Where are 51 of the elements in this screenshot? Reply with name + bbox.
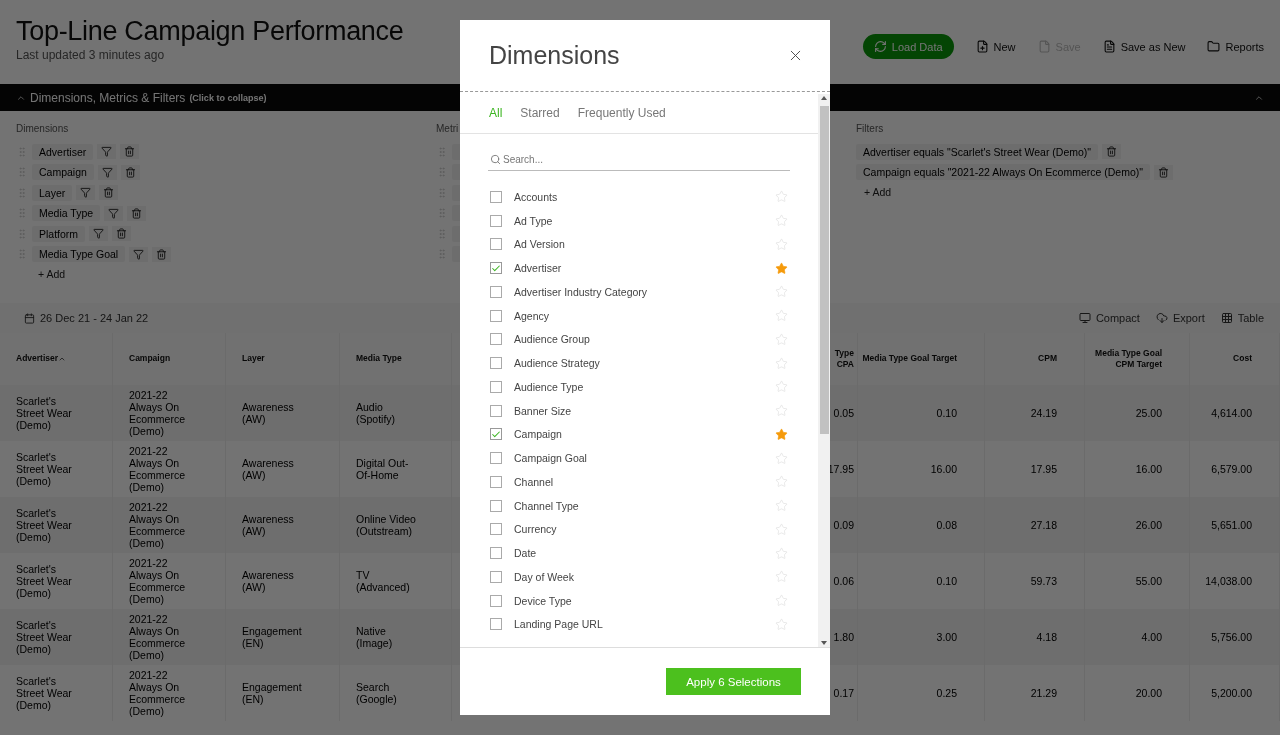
table-cell: 5,651.00 xyxy=(1190,497,1280,553)
table-cell: 5,756.00 xyxy=(1190,609,1280,665)
dimension-option: Audience Type xyxy=(514,380,763,393)
dimension-option: Campaign Goal xyxy=(514,452,763,465)
table-cell: 4,614.00 xyxy=(1190,385,1280,441)
dimension-option: Advertiser xyxy=(514,262,763,275)
dimension-option: Audience Group xyxy=(514,333,763,346)
table-cell: 4.18 xyxy=(985,609,1085,665)
section-title: Dimensions, Metrics & Filters xyxy=(30,90,186,105)
last-updated-text: Last updated 3 minutes ago xyxy=(16,48,166,62)
dimension-option: Accounts xyxy=(514,190,763,203)
table-cell: Scarlet's Street Wear (Demo) xyxy=(0,609,113,665)
dimension-option: Audience Strategy xyxy=(514,357,763,370)
table-cell: 0.08 xyxy=(858,497,985,553)
dimension-option: Channel Type xyxy=(514,499,763,512)
table-cell: 3.00 xyxy=(858,609,985,665)
dimension-option: Ad Version xyxy=(514,238,763,251)
table-cell: 2021-22 Always On Ecommerce (Demo) xyxy=(113,609,226,665)
table-cell: Awareness (AW) xyxy=(226,497,340,553)
dimension-option: Day of Week xyxy=(514,570,763,583)
dialog-title: Dimensions xyxy=(489,41,620,70)
table-cell: 25.00 xyxy=(1085,385,1190,441)
table-cell: Scarlet's Street Wear (Demo) xyxy=(0,497,113,553)
table-cell: 0.10 xyxy=(858,385,985,441)
table-cell: Awareness (AW) xyxy=(226,385,340,441)
dimension-option: Date xyxy=(514,547,763,560)
table-cell: Online Video (Outstream) xyxy=(340,497,452,553)
table-cell: 2021-22 Always On Ecommerce (Demo) xyxy=(113,497,226,553)
dimension-option: Device Type xyxy=(514,594,763,607)
page-title: Top-Line Campaign Performance xyxy=(16,16,404,47)
dimension-option: Banner Size xyxy=(514,404,763,417)
table-cell: Audio (Spotify) xyxy=(340,385,452,441)
collapse-hint: (Click to collapse) xyxy=(189,92,267,103)
table-cell: 27.18 xyxy=(985,497,1085,553)
dimension-option: Landing Page URL xyxy=(514,618,763,631)
filters-label: Filters xyxy=(856,123,885,134)
dimension-option: Agency xyxy=(514,309,763,322)
dimension-option: Ad Type xyxy=(514,214,763,227)
table-cell: Native (Image) xyxy=(340,609,452,665)
table-cell: 26.00 xyxy=(1085,497,1190,553)
dimensions-label: Dimensions xyxy=(16,123,70,134)
table-cell: 4.00 xyxy=(1085,609,1190,665)
table-cell: 2021-22 Always On Ecommerce (Demo) xyxy=(113,385,226,441)
dimension-option: Campaign xyxy=(514,428,763,441)
table-cell: Engagement (EN) xyxy=(226,609,340,665)
table-cell: Scarlet's Street Wear (Demo) xyxy=(0,385,113,441)
metrics-label: Metri xyxy=(436,123,460,134)
dimension-option: Channel xyxy=(514,475,763,488)
dimension-option: Currency xyxy=(514,523,763,536)
table-cell: 24.19 xyxy=(985,385,1085,441)
dimension-option: Advertiser Industry Category xyxy=(514,285,763,298)
